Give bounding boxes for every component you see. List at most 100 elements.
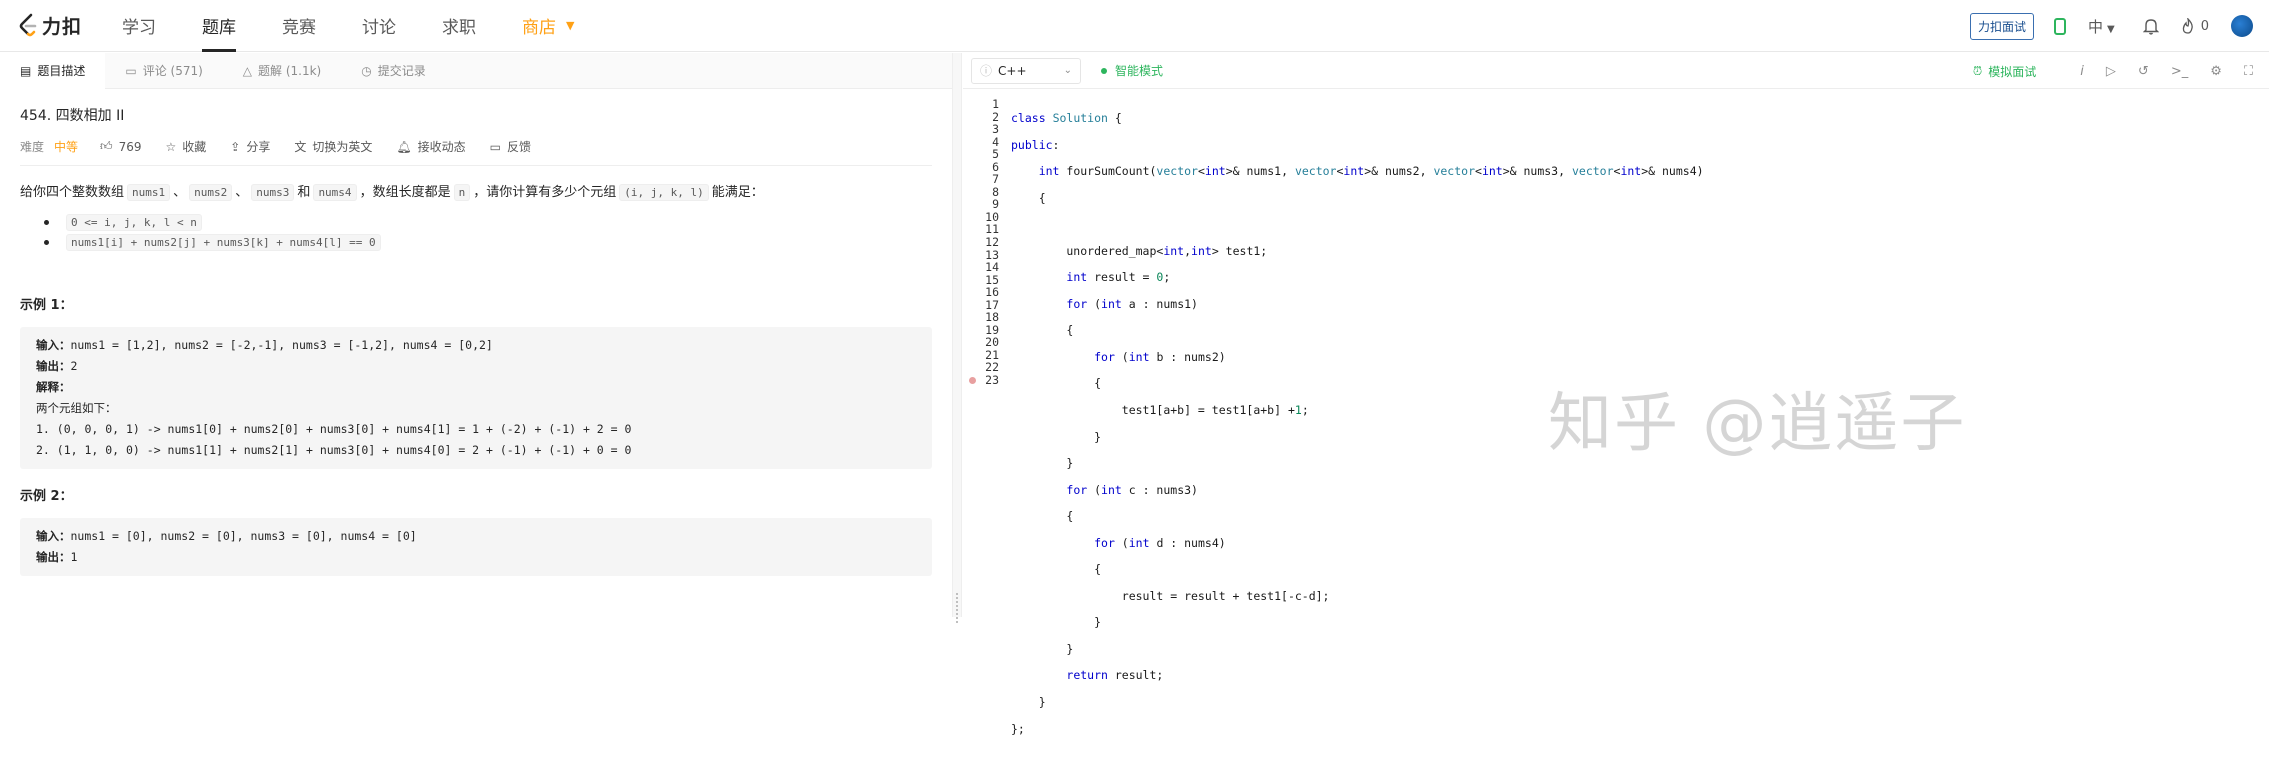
line-number: 3 [992,122,999,137]
tab-comments[interactable]: ▭ 评论 (571) [105,53,222,89]
tab-comments-label: 评论 (571) [142,64,203,78]
list-item: 0 <= i, j, k, l < n [44,212,932,232]
nav-shop[interactable]: 商店 ▼ [522,0,574,52]
code-line: result = result + test1[-c-d]; [1011,588,1330,603]
code-area[interactable]: 1 2 3 4 5 6 7 8 9 10 11 12 13 14 15 16 17 18 19 20 21 22 23 cl… [963,90,2269,735]
share-button[interactable]: ⇪ 分享 [230,138,270,155]
tab-description[interactable]: ▤ 题目描述 [0,52,106,89]
feedback-label: 反馈 [506,140,531,154]
code-line: } [1011,695,1046,710]
language-select[interactable]: ⓘ C++ ⌄ [971,57,1081,84]
example-line: 两个元组如下： [36,401,117,415]
example2-block: 输入：nums1 = [0], nums2 = [0], nums3 = [0]… [20,518,932,576]
favorite-label: 收藏 [182,140,207,154]
panel-splitter[interactable] [952,53,962,623]
example-line: 输入：nums1 = [1,2], nums2 = [-2,-1], nums3… [36,335,916,356]
subscribe-button[interactable]: 🔔︎ 接收动态 [396,138,465,155]
leetcode-logo-icon [19,13,37,36]
inline-code: 0 <= i, j, k, l < n [66,213,202,231]
code-line: class Solution { [1011,111,1122,125]
phone-icon[interactable] [2054,17,2066,35]
output-value: 2 [70,359,78,373]
desc-text: 、 [173,185,187,200]
avatar[interactable] [2231,15,2253,37]
info-icon: ⓘ [980,64,993,78]
tab-submissions-label: 提交记录 [377,64,426,78]
nav-jobs[interactable]: 求职 [442,0,476,52]
reset-icon[interactable]: ↺ [2138,64,2149,79]
input-value: nums1 = [0], nums2 = [0], nums3 = [0], n… [70,529,417,543]
run-icon[interactable]: ▷ [2106,64,2116,79]
explain-label: 解释： [36,380,71,394]
feedback-icon: ▭ [489,139,501,154]
feedback-button[interactable]: ▭ 反馈 [490,138,531,155]
example1-title: 示例 1： [20,298,73,313]
output-value: 1 [70,550,78,564]
smart-mode-toggle[interactable]: 智能模式 [1101,62,1163,79]
tab-submissions[interactable]: ◷ 提交记录 [341,53,446,89]
clock-icon: ◷ [361,63,372,78]
terminal-icon[interactable]: >_ [2171,64,2188,79]
star-icon: ☆ [165,139,177,154]
bell-icon[interactable] [2142,18,2159,35]
code-line: for (int a : nums1) [1066,296,1198,311]
code-line: for (int b : nums2) [1094,349,1226,364]
fullscreen-icon[interactable]: ⛶ [2244,64,2253,79]
mock-interview-button[interactable]: 力扣面试 [1969,12,2034,40]
mock-interview-button[interactable]: ⏰︎ 模拟面试 [1973,63,2036,80]
bullet-icon [44,219,49,225]
example2-title: 示例 2： [20,489,73,504]
like-count: 769 [118,139,142,154]
nav-learn[interactable]: 学习 [122,0,156,52]
example-line: 输入：nums1 = [0], nums2 = [0], nums3 = [0]… [36,526,916,547]
caret-down-icon: ▼ [2107,23,2115,35]
flame-icon [2182,18,2193,34]
language-switch[interactable]: 中 ▼ [2088,16,2115,37]
like-button[interactable]: 👍︎ 769 [100,139,141,154]
code-line: return result; [1066,668,1164,683]
output-label: 输出： [36,550,71,564]
constraint-list: 0 <= i, j, k, l < n nums1[i] + nums2[j] … [44,212,932,252]
translate-button[interactable]: 文 切换为英文 [294,138,372,155]
inline-code: (i, j, k, l) [619,184,709,201]
info-italic-icon[interactable]: i [2080,64,2084,79]
nav-shop-label: 商店 [522,18,557,38]
example-line: 解释： [36,377,916,398]
points[interactable]: 0 [2181,18,2209,34]
example-line: 1. (0, 0, 0, 1) -> nums1[0] + nums2[0] +… [36,422,632,436]
inline-code: nums2 [189,184,233,201]
logo[interactable]: 力扣 [18,12,82,39]
code-line: { [1011,509,1074,524]
line-number: 18 [985,310,999,325]
favorite-button[interactable]: ☆ 收藏 [165,138,206,155]
line-number: 5 [992,147,999,162]
nav-discuss[interactable]: 讨论 [362,0,396,52]
logo-text: 力扣 [42,16,83,38]
tab-description-label: 题目描述 [37,64,86,78]
input-label: 输入： [36,529,71,543]
nav-contest[interactable]: 竞赛 [282,0,316,52]
drag-handle-icon[interactable] [956,593,958,623]
code-line: } [1011,641,1074,656]
inline-code: nums4 [313,184,357,201]
example1-block: 输入：nums1 = [1,2], nums2 = [-2,-1], nums3… [20,327,932,469]
tab-solutions[interactable]: △ 题解 (1.1k) [223,53,341,89]
inline-code: nums1 [127,184,171,201]
line-number: 23 [963,374,999,387]
desc-text: ，数组长度都是 [359,185,451,200]
bell-icon: 🔔︎ [396,139,412,154]
mock-interview-label: 模拟面试 [1988,64,2037,79]
document-icon: ▤ [20,63,32,78]
share-icon: ⇪ [230,139,241,154]
nav-problems[interactable]: 题库 [202,0,237,52]
inline-code: nums3 [251,184,295,201]
inline-code: nums1[i] + nums2[j] + nums3[k] + nums4[l… [66,233,381,251]
code-line: } [1011,615,1102,630]
points-value: 0 [2200,18,2209,34]
settings-icon[interactable]: ⚙ [2210,64,2222,79]
code-line: int fourSumCount(vector<int>& nums1, vec… [1038,164,1704,179]
language-label: 中 [2088,17,2104,36]
output-label: 输出： [36,359,71,373]
code-line: int result = 0; [1066,270,1171,285]
example-line: 2. (1, 1, 0, 0) -> nums1[1] + nums2[1] +… [36,443,632,457]
